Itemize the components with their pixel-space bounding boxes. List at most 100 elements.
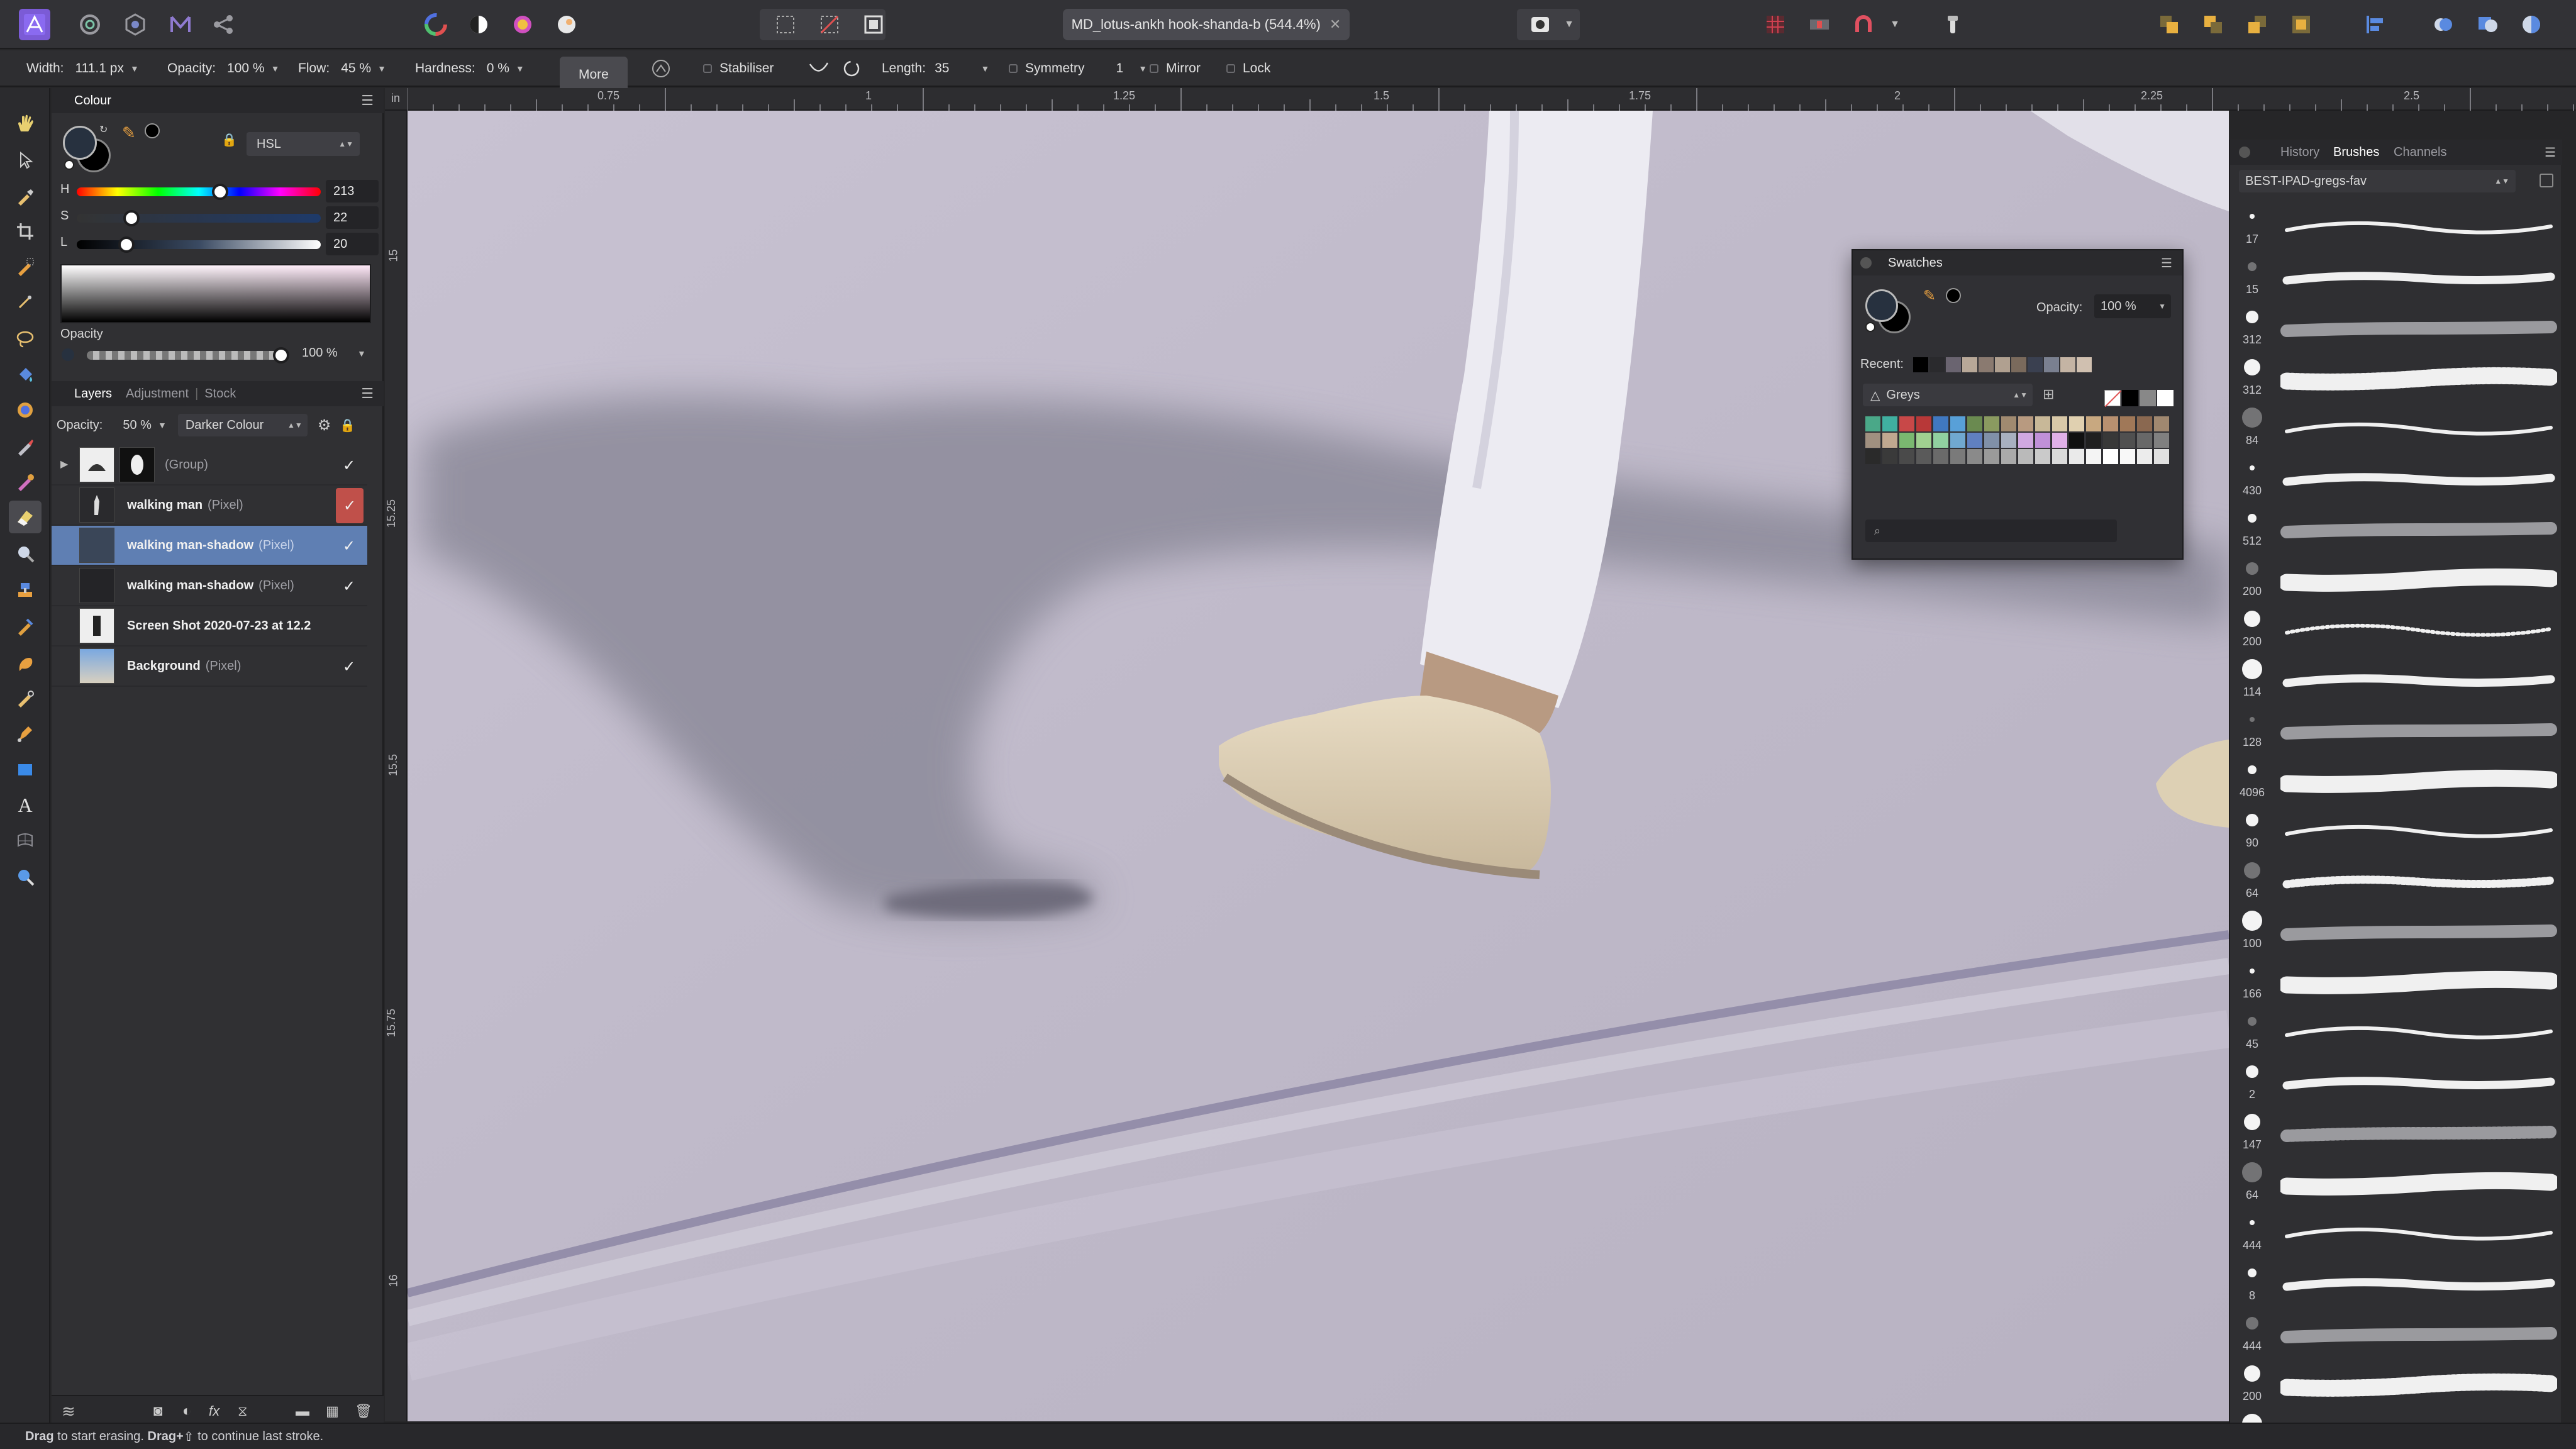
brush-preset[interactable]: 114 <box>2230 655 2562 706</box>
color-wheel-icon[interactable] <box>420 9 452 40</box>
width-value[interactable]: 111.1 px <box>75 61 124 76</box>
palette-swatch[interactable] <box>1950 449 1965 464</box>
primary-colour-well[interactable] <box>63 126 97 160</box>
hardness-value[interactable]: 0 % <box>487 61 509 76</box>
boolean-subtract-icon[interactable] <box>2472 9 2503 40</box>
layer-row-group[interactable]: ▶ (Group) ✓ <box>52 445 367 486</box>
layer-visibility-checkbox[interactable]: ✓ <box>340 657 358 676</box>
rope-mode-icon[interactable] <box>808 50 830 87</box>
colour-opacity-dropdown-icon[interactable]: ▼ <box>357 348 366 358</box>
none-swatch[interactable] <box>2104 390 2122 408</box>
palette-swatch[interactable] <box>1950 416 1965 431</box>
layer-visibility-checkbox[interactable] <box>340 617 358 636</box>
white-swatch[interactable] <box>2157 390 2174 406</box>
palette-swatch[interactable] <box>2120 433 2135 448</box>
layer-visibility-checkbox[interactable]: ✓ <box>340 577 358 596</box>
palette-swatch[interactable] <box>1865 416 1880 431</box>
arrange-backward-icon[interactable] <box>2241 9 2273 40</box>
brush-preset[interactable]: 15 <box>2230 253 2562 303</box>
palette-swatch[interactable] <box>1899 433 1914 448</box>
window-mode-icon[interactable] <box>841 50 862 87</box>
colour-lock-icon[interactable]: 🔒 <box>221 132 237 148</box>
palette-swatch[interactable] <box>2086 449 2101 464</box>
brush-preset[interactable]: 17 <box>2230 203 2562 253</box>
swatch-primary-well[interactable] <box>1865 289 1898 322</box>
palette-swatch[interactable] <box>1950 433 1965 448</box>
swatch-picker-icon[interactable]: ✎ <box>1923 287 1936 305</box>
palette-swatch[interactable] <box>1865 433 1880 448</box>
flow-value[interactable]: 45 % <box>341 61 371 76</box>
crop-tool-icon[interactable] <box>9 215 42 248</box>
symmetry-value[interactable]: 1 <box>1116 61 1124 76</box>
levels-icon[interactable] <box>463 9 494 40</box>
brush-preset[interactable]: 444 <box>2230 1209 2562 1259</box>
new-group-icon[interactable]: ▬ <box>296 1403 309 1419</box>
brush-preset[interactable]: 45 <box>2230 1008 2562 1058</box>
expand-group-icon[interactable]: ▶ <box>60 458 68 470</box>
colour-picker-icon[interactable]: ✎ <box>122 123 136 143</box>
palette-swatch[interactable] <box>1967 433 1982 448</box>
smudge-tool-icon[interactable] <box>9 682 42 714</box>
saturation-slider-knob[interactable] <box>123 210 140 226</box>
layer-visibility-checkbox[interactable]: ✓ <box>340 456 358 475</box>
tab-layers[interactable]: Layers <box>74 387 112 401</box>
layer-row-screenshot[interactable]: Screen Shot 2020-07-23 at 12.2 <box>52 606 367 647</box>
develop-persona-icon[interactable] <box>74 9 106 40</box>
palette-swatch[interactable] <box>2001 416 2016 431</box>
palette-swatch[interactable] <box>2137 449 2152 464</box>
recent-swatch[interactable] <box>1962 357 1977 372</box>
palette-swatch[interactable] <box>1916 433 1931 448</box>
boolean-intersect-icon[interactable] <box>2516 9 2547 40</box>
recent-swatch[interactable] <box>1979 357 1994 372</box>
top-ruler[interactable]: in 0.75 1 1.25 1.5 1.75 2 2.25 2.5 <box>385 88 2576 111</box>
selection-brush-tool-icon[interactable] <box>9 250 42 283</box>
recent-swatch[interactable] <box>2077 357 2092 372</box>
recent-swatch[interactable] <box>1929 357 1945 372</box>
lock-checkbox[interactable] <box>1226 64 1235 73</box>
palette-swatch[interactable] <box>1933 449 1948 464</box>
flood-select-tool-icon[interactable] <box>9 286 42 318</box>
blemish-tool-icon[interactable] <box>9 647 42 679</box>
saturation-slider[interactable] <box>77 210 321 226</box>
colour-opacity-value[interactable]: 100 % <box>302 346 338 360</box>
grey-swatch[interactable] <box>2140 390 2156 406</box>
colour-plane[interactable] <box>60 264 371 323</box>
layers-panel-menu-icon[interactable]: ☰ <box>361 386 374 402</box>
move-tool-icon[interactable] <box>9 143 42 176</box>
brush-category-select[interactable]: BEST-IPAD-gregs-fav ▲▼ <box>2239 170 2516 192</box>
palette-swatch[interactable] <box>1933 416 1948 431</box>
palette-swatch[interactable] <box>2086 433 2101 448</box>
healing-tool-icon[interactable] <box>9 610 42 643</box>
palette-swatch[interactable] <box>1916 449 1931 464</box>
layer-opacity-dropdown-icon[interactable]: ▼ <box>158 420 167 430</box>
palette-swatch[interactable] <box>2120 416 2135 431</box>
document-tab[interactable]: MD_lotus-ankh hook-shanda-b (544.4%) ✕ <box>1063 9 1350 40</box>
quick-mask-icon[interactable] <box>1524 9 1556 40</box>
hand-tool-icon[interactable] <box>9 107 42 140</box>
palette-swatch[interactable] <box>1899 449 1914 464</box>
hue-slider[interactable] <box>77 184 321 200</box>
palette-swatch[interactable] <box>2001 449 2016 464</box>
tab-adjustment[interactable]: Adjustment <box>126 387 189 401</box>
brush-preset[interactable]: 100 <box>2230 907 2562 957</box>
recent-swatch[interactable] <box>2044 357 2059 372</box>
brush-preset[interactable]: 512 <box>2230 504 2562 555</box>
grid-snapping-icon[interactable] <box>1760 9 1791 40</box>
palette-swatch[interactable] <box>1967 449 1982 464</box>
brush-preset[interactable]: 312 <box>2230 303 2562 353</box>
palette-swatch[interactable] <box>2001 433 2016 448</box>
white-balance-icon[interactable] <box>551 9 582 40</box>
brush-preset[interactable]: 444 <box>2230 1309 2562 1360</box>
palette-swatch[interactable] <box>2154 416 2169 431</box>
no-colour-icon[interactable] <box>64 160 74 170</box>
brush-preset[interactable]: 200 <box>2230 1360 2562 1410</box>
paint-brush-tool-icon[interactable] <box>9 430 42 463</box>
close-document-icon[interactable]: ✕ <box>1330 16 1341 33</box>
text-tool-icon[interactable]: A <box>9 789 42 821</box>
color-picker-tool-icon[interactable] <box>9 180 42 213</box>
palette-swatch[interactable] <box>2052 416 2067 431</box>
palette-swatch[interactable] <box>2086 416 2101 431</box>
tab-channels[interactable]: Channels <box>2394 145 2447 160</box>
layer-row-walking-man[interactable]: walking man (Pixel) ✓ <box>52 486 367 526</box>
opacity-value[interactable]: 100 % <box>227 61 265 76</box>
